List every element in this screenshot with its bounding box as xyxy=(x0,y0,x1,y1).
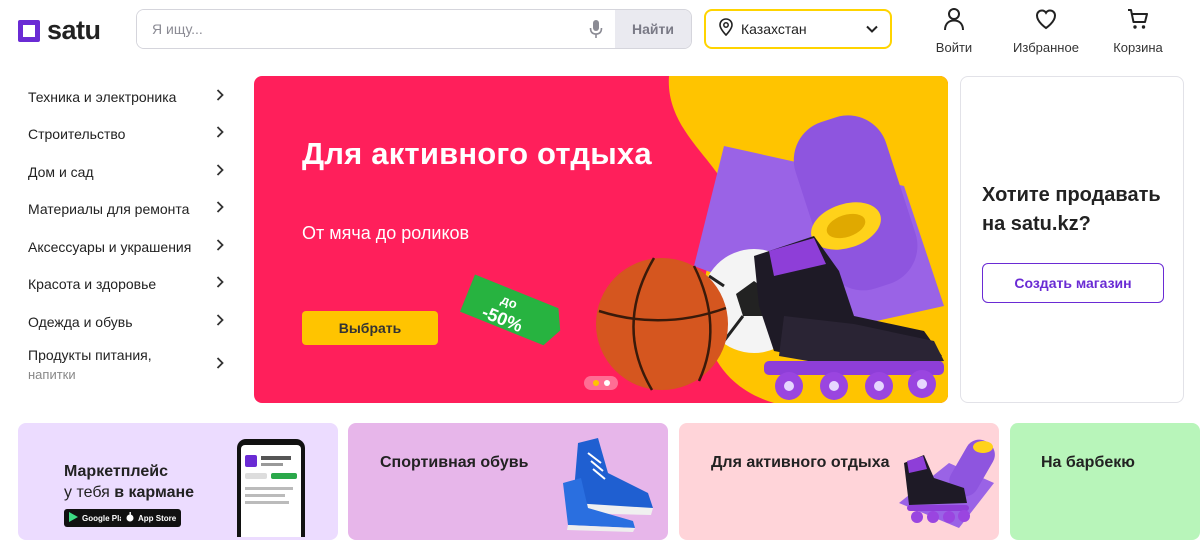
logo-square-icon xyxy=(18,19,40,42)
location-pin-icon xyxy=(719,17,733,41)
category-label: Строительство xyxy=(28,126,126,143)
cart-button[interactable]: Корзина xyxy=(1102,7,1174,55)
satu-logo[interactable]: satu xyxy=(18,15,101,46)
category-label-continued: напитки xyxy=(28,367,76,382)
category-item-electronics[interactable]: Техника и электроника xyxy=(18,78,234,116)
region-selector[interactable]: Казахстан xyxy=(704,9,892,49)
cart-label: Корзина xyxy=(1113,40,1163,55)
promo-app-text: Маркетплейс у тебя в кармане xyxy=(64,461,194,503)
category-item-beauty-health[interactable]: Красота и здоровье xyxy=(18,266,234,304)
hero-subtitle: От мяча до роликов xyxy=(302,223,470,243)
promo-app-line2-prefix: у тебя xyxy=(64,484,115,501)
chevron-right-icon xyxy=(216,125,224,143)
favorites-button[interactable]: Избранное xyxy=(1010,7,1082,55)
promo-app-card[interactable]: Маркетплейс у тебя в кармане Google Play… xyxy=(18,423,338,540)
sneaker-illustration xyxy=(563,438,653,532)
chevron-right-icon xyxy=(216,313,224,331)
search-input[interactable] xyxy=(137,10,577,48)
apple-icon xyxy=(126,509,134,527)
promo-active-rest-title: Для активного отдыха xyxy=(711,454,890,471)
chevron-right-icon xyxy=(216,238,224,256)
chevron-right-icon xyxy=(216,163,224,181)
promo-app-line2-bold: в кармане xyxy=(114,484,195,501)
category-label: Материалы для ремонта xyxy=(28,201,190,218)
app-store-badge[interactable]: App Store xyxy=(121,509,182,527)
promo-app-line2: у тебя в кармане xyxy=(64,482,194,503)
phone-illustration xyxy=(237,439,305,537)
category-label: Техника и электроника xyxy=(28,88,177,105)
chevron-right-icon xyxy=(216,356,224,374)
search-button[interactable]: Найти xyxy=(615,10,691,48)
category-item-food-drinks[interactable]: Продукты питания, напитки xyxy=(18,341,234,389)
promo-active-rest-card[interactable]: Для активного отдыха xyxy=(679,423,999,540)
category-item-home-garden[interactable]: Дом и сад xyxy=(18,153,234,191)
category-item-clothing-shoes[interactable]: Одежда и обувь xyxy=(18,303,234,341)
hero-title: Для активного отдыха xyxy=(302,136,652,171)
promo-app-line1: Маркетплейс xyxy=(64,463,168,480)
promo-bbq-card[interactable]: На барбекю xyxy=(1010,423,1200,540)
login-button[interactable]: Войти xyxy=(918,7,990,55)
category-item-construction[interactable]: Строительство xyxy=(18,116,234,154)
carousel-dots xyxy=(584,376,618,390)
category-label: Красота и здоровье xyxy=(28,276,157,293)
chevron-right-icon xyxy=(216,88,224,106)
heart-icon xyxy=(1035,7,1057,36)
promo-bbq-title: На барбекю xyxy=(1041,454,1135,471)
chevron-right-icon xyxy=(216,200,224,218)
category-item-accessories[interactable]: Аксессуары и украшения xyxy=(18,228,234,266)
hero-cta-button[interactable]: Выбрать xyxy=(302,311,438,345)
user-icon xyxy=(943,7,965,36)
hero-banner[interactable]: до -50% Для активного отдыха От мяча до … xyxy=(254,76,948,403)
create-store-button[interactable]: Создать магазин xyxy=(982,263,1164,303)
search-bar: Найти xyxy=(136,9,692,49)
category-label: Дом и сад xyxy=(28,163,94,180)
promo-sport-shoes-card[interactable]: Спортивная обувь xyxy=(348,423,668,540)
login-label: Войти xyxy=(935,40,973,55)
category-label: Аксессуары и украшения xyxy=(28,238,192,255)
skates-mat-illustration xyxy=(899,439,995,528)
category-item-repair-materials[interactable]: Материалы для ремонта xyxy=(18,191,234,229)
category-label: Одежда и обувь xyxy=(28,313,133,330)
region-label: Казахстан xyxy=(741,21,807,37)
app-store-label: App Store xyxy=(138,513,177,523)
carousel-dot-2[interactable] xyxy=(603,380,610,386)
cart-icon xyxy=(1126,7,1150,36)
logo-text: satu xyxy=(47,15,101,45)
category-label-group: Продукты питания, напитки xyxy=(28,347,152,382)
promo-sport-shoes-title: Спортивная обувь xyxy=(380,454,529,471)
chevron-down-icon xyxy=(866,20,878,38)
chevron-right-icon xyxy=(216,275,224,293)
carousel-dot-1[interactable] xyxy=(592,380,599,386)
category-sidebar: Техника и электроника Строительство Дом … xyxy=(18,78,234,389)
microphone-icon[interactable] xyxy=(577,10,615,48)
category-label: Продукты питания, xyxy=(28,347,152,363)
seller-card: Хотите продавать на satu.kz? Создать маг… xyxy=(960,76,1184,403)
favorites-label: Избранное xyxy=(1013,40,1079,55)
seller-title: Хотите продавать на satu.kz? xyxy=(982,184,1161,235)
google-play-icon xyxy=(69,509,78,527)
